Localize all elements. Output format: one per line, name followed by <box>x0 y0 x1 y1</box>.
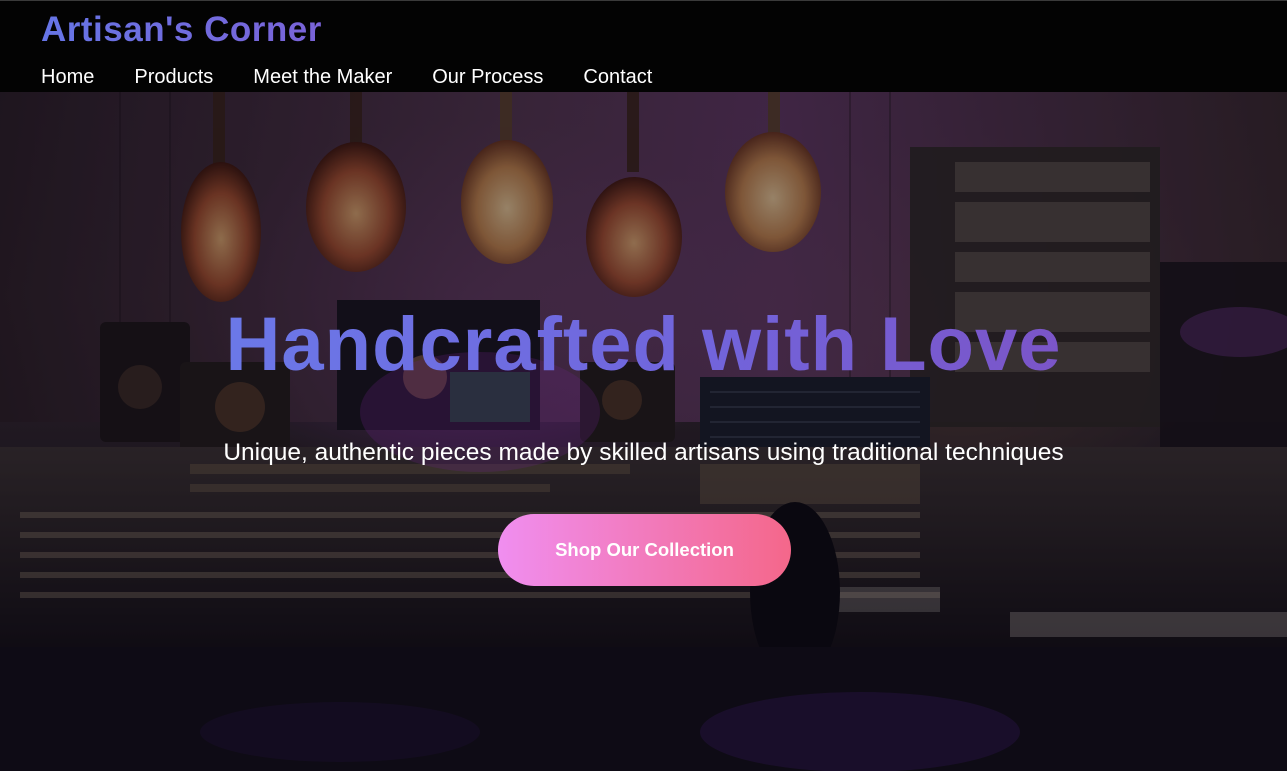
hero-section: Handcrafted with Love Unique, authentic … <box>0 92 1287 771</box>
hero-title-text: Handcrafted with Love <box>225 302 1062 387</box>
main-nav: Home Products Meet the Maker Our Process… <box>41 65 692 89</box>
nav-meet-the-maker[interactable]: Meet the Maker <box>253 65 392 89</box>
nav-our-process[interactable]: Our Process <box>432 65 543 89</box>
hero-overlay <box>0 92 1287 771</box>
page: Artisan's Corner Home Products Meet the … <box>0 0 1287 771</box>
shop-collection-button[interactable]: Shop Our Collection <box>498 514 791 586</box>
hero-subtitle: Unique, authentic pieces made by skilled… <box>223 439 1064 466</box>
nav-contact[interactable]: Contact <box>583 65 652 89</box>
nav-products[interactable]: Products <box>134 65 213 89</box>
brand-logo[interactable]: Artisan's Corner <box>41 10 322 50</box>
nav-home[interactable]: Home <box>41 65 94 89</box>
hero-title: Handcrafted with Love <box>0 300 1287 390</box>
site-header: Artisan's Corner Home Products Meet the … <box>0 0 1287 92</box>
